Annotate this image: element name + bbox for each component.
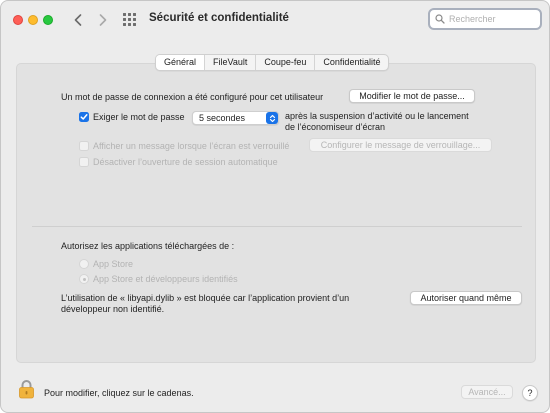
tab-panel: Un mot de passe de connexion a été confi… [16,63,536,363]
change-password-button[interactable]: Modifier le mot de passe... [349,89,475,103]
allow-anyway-button[interactable]: Autoriser quand même [410,291,522,305]
radio-app-store[interactable] [79,259,89,269]
minimize-button[interactable] [28,15,38,25]
require-password-checkbox[interactable] [79,112,89,122]
back-button[interactable] [69,10,87,30]
tab-firewall[interactable]: Coupe-feu [255,55,314,70]
search-input[interactable] [449,14,539,24]
show-message-checkbox[interactable] [79,141,89,151]
tab-privacy[interactable]: Confidentialité [314,55,388,70]
password-info-text: Un mot de passe de connexion a été confi… [61,92,324,102]
blocked-message-line-2: développeur non identifié. [61,304,165,314]
search-icon [435,14,445,24]
up-down-arrows-icon [269,114,275,122]
password-delay-popup[interactable]: 5 secondes [192,111,279,125]
downloads-heading: Autorisez les applications téléchargées … [61,241,235,251]
padlock-icon [19,380,34,399]
tab-filevault[interactable]: FileVault [204,55,255,70]
section-divider [32,226,522,227]
tab-general[interactable]: Général [156,55,205,70]
forward-button[interactable] [94,10,112,30]
preferences-window: Sécurité et confidentialité Un mot de pa… [0,0,550,413]
zoom-button[interactable] [43,15,53,25]
chevron-right-icon [99,14,107,26]
close-button[interactable] [13,15,23,25]
chevron-left-icon [74,14,82,26]
radio-app-store-developers[interactable] [79,274,89,284]
grid-icon [123,13,136,26]
disable-autologin-label: Désactiver l’ouverture de session automa… [93,157,278,167]
blocked-message-line-1: L’utilisation de « libyapi.dylib » est b… [61,293,350,303]
help-button[interactable]: ? [522,385,538,401]
after-suspend-text-1: après la suspension d’activité ou le lan… [285,111,469,121]
checkmark-icon [80,114,88,120]
password-delay-value: 5 secondes [199,113,246,123]
lock-hint-text: Pour modifier, cliquez sur le cadenas. [44,388,194,398]
popup-arrows [266,112,278,124]
show-message-label: Afficher un message lorsque l’écran est … [93,141,290,151]
configure-message-button[interactable]: Configurer le message de verrouillage... [309,138,492,152]
require-password-label: Exiger le mot de passe [93,112,185,122]
disable-autologin-checkbox[interactable] [79,157,89,167]
title-bar: Sécurité et confidentialité [1,1,549,39]
window-title: Sécurité et confidentialité [149,12,289,24]
show-all-button[interactable] [123,13,136,26]
search-field[interactable] [428,8,542,30]
tab-bar: Général FileVault Coupe-feu Confidential… [155,54,390,71]
lock-button[interactable] [18,379,35,399]
radio-app-store-developers-label: App Store et développeurs identifiés [93,274,238,284]
after-suspend-text-2: de l’économiseur d’écran [285,122,386,132]
radio-app-store-label: App Store [93,259,134,269]
advanced-button[interactable]: Avancé... [461,385,513,399]
